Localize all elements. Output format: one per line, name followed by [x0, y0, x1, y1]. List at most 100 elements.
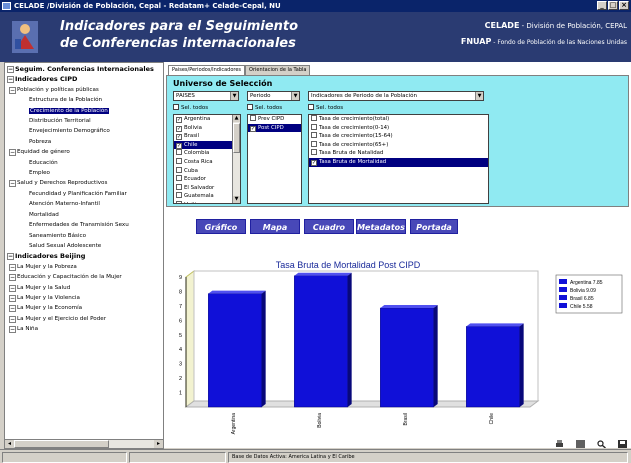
country-item[interactable]: Cuba [174, 166, 240, 176]
tree-item[interactable]: Educación [7, 158, 161, 168]
country-item[interactable]: Guatemala [174, 192, 240, 201]
table-button[interactable]: Cuadro [304, 219, 354, 234]
countries-combo[interactable]: PAISES ▼ [173, 91, 239, 101]
checkbox-icon[interactable] [176, 175, 182, 182]
tree-category[interactable]: − La Mujer y la Pobreza [7, 262, 161, 272]
zoom-icon[interactable] [597, 440, 606, 449]
collapse-icon[interactable]: − [9, 305, 16, 313]
countries-list[interactable]: ✓ Argentina ✓ Bolivia ✓ Brasil ✓ Chile Colombia C… [173, 114, 241, 204]
tree-horizontal-scrollbar[interactable]: ◂ ▸ [4, 439, 164, 449]
tree-item[interactable]: Fecundidad y Planificación Familiar [7, 189, 161, 199]
checkbox-icon[interactable] [176, 192, 182, 199]
collapse-icon[interactable]: − [9, 263, 16, 271]
period-item[interactable]: Prev CIPD [248, 115, 301, 124]
tree-item[interactable]: Envejecimiento Demográfico [7, 126, 161, 136]
tree-category[interactable]: − La Mujer y la Salud [7, 283, 161, 293]
collapse-icon[interactable]: − [9, 274, 16, 282]
tree-group[interactable]: − Indicadores Beijing [7, 251, 161, 261]
tree-item[interactable]: Estructura de la Población [7, 95, 161, 105]
tree-item[interactable]: Crecimiento de la Población [7, 106, 161, 116]
country-item[interactable]: ✓ Argentina [174, 115, 240, 124]
minimize-button[interactable]: _ [597, 1, 607, 10]
tree-category[interactable]: − La Niña [7, 324, 161, 334]
select-all-indicators-checkbox[interactable]: Sel. todos [308, 104, 343, 112]
scroll-thumb[interactable] [14, 440, 109, 448]
print-icon[interactable] [555, 440, 564, 448]
checkbox-icon[interactable] [176, 157, 182, 164]
collapse-icon[interactable]: − [9, 294, 16, 302]
tree-group[interactable]: − Indicadores CIPD [7, 74, 161, 84]
scroll-up-icon[interactable]: ▲ [233, 115, 240, 122]
indicator-item[interactable]: Tasa de crecimiento(15-64) [309, 132, 488, 141]
checkbox-icon[interactable] [311, 149, 317, 156]
collapse-icon[interactable]: − [7, 66, 14, 73]
scroll-right-icon[interactable]: ▸ [154, 440, 163, 448]
checkbox-icon[interactable]: ✓ [176, 134, 182, 141]
checkbox-icon[interactable] [311, 123, 317, 130]
tree-item[interactable]: Saneamiento Básico [7, 231, 161, 241]
collapse-icon[interactable]: − [9, 180, 16, 188]
country-item[interactable]: Costa Rica [174, 157, 240, 167]
country-item[interactable]: Colombia [174, 149, 240, 158]
map-button[interactable]: Mapa [250, 219, 300, 234]
checkbox-icon[interactable] [311, 115, 317, 121]
indicators-combo[interactable]: Indicadores de Periodo de la Población ▼ [308, 91, 484, 101]
tree-item[interactable]: Distribución Territorial [7, 116, 161, 126]
country-item[interactable]: ✓ Bolivia [174, 124, 240, 133]
checkbox-icon[interactable] [311, 140, 317, 147]
tree-item[interactable]: Empleo [7, 168, 161, 178]
collapse-icon[interactable]: − [7, 76, 14, 84]
select-all-periods-checkbox[interactable]: Sel. todos [247, 104, 282, 112]
country-item[interactable]: El Salvador [174, 183, 240, 193]
maximize-button[interactable]: □ [608, 1, 618, 10]
scroll-left-icon[interactable]: ◂ [5, 440, 14, 448]
cover-button[interactable]: Portada [410, 219, 458, 234]
countries-scrollbar[interactable]: ▲ ▼ [232, 115, 240, 203]
tree-category[interactable]: − Salud y Derechos Reproductivos [7, 178, 161, 188]
tree-category[interactable]: − La Mujer y la Violencia [7, 293, 161, 303]
indicators-list[interactable]: Tasa de crecimiento(total) Tasa de crecim… [308, 114, 489, 204]
tree-item[interactable]: Enfermedades de Transmisión Sexu [7, 220, 161, 230]
chevron-down-icon[interactable]: ▼ [475, 92, 483, 100]
collapse-icon[interactable]: − [9, 326, 16, 334]
chart-button[interactable]: Gráfico [196, 219, 246, 234]
country-item[interactable]: ✓ Chile [174, 140, 240, 150]
export-icon[interactable] [576, 440, 585, 448]
tree-category[interactable]: − La Mujer y la Economía [7, 303, 161, 313]
period-combo[interactable]: Periodo ▼ [247, 91, 300, 101]
checkbox-icon[interactable]: ✓ [176, 142, 182, 149]
chevron-down-icon[interactable]: ▼ [230, 92, 238, 100]
checkbox-icon[interactable]: ✓ [176, 125, 182, 132]
country-item[interactable]: Ecuador [174, 175, 240, 184]
indicator-item[interactable]: ✓ Tasa Bruta de Mortalidad [309, 157, 488, 167]
checkbox-icon[interactable]: ✓ [250, 125, 256, 132]
collapse-icon[interactable]: − [9, 86, 16, 94]
metadata-button[interactable]: Metadatos [356, 219, 406, 234]
tree-root[interactable]: − Seguim. Conferencias Internacionales [7, 64, 161, 74]
indicator-item[interactable]: Tasa Bruta de Natalidad [309, 149, 488, 158]
scroll-thumb[interactable] [233, 123, 240, 153]
checkbox-icon[interactable] [250, 115, 256, 121]
tree-item[interactable]: Atención Materno-Infantil [7, 199, 161, 209]
checkbox-icon[interactable]: ✓ [311, 159, 317, 166]
tree-item[interactable]: Mortalidad [7, 210, 161, 220]
tree-item[interactable]: Pobreza [7, 137, 161, 147]
save-icon[interactable] [618, 440, 627, 448]
scroll-down-icon[interactable]: ▼ [233, 196, 240, 203]
indicator-item[interactable]: Tasa de crecimiento(total) [309, 115, 488, 124]
tab-table-orientation[interactable]: Orientacion de la Tabla [245, 65, 311, 75]
select-all-countries-checkbox[interactable]: Sel. todos [173, 104, 208, 112]
checkbox-icon[interactable] [176, 200, 182, 203]
tree-category[interactable]: − Equidad de género [7, 147, 161, 157]
period-item[interactable]: ✓ Post CIPD [248, 123, 301, 133]
periods-list[interactable]: Prev CIPD ✓ Post CIPD [247, 114, 302, 204]
tree-category[interactable]: − La Mujer y el Ejercicio del Poder [7, 314, 161, 324]
checkbox-icon[interactable] [176, 149, 182, 156]
checkbox-icon[interactable] [176, 183, 182, 190]
tree-category[interactable]: − Educación y Capacitación de la Mujer [7, 272, 161, 282]
collapse-icon[interactable]: − [7, 253, 14, 261]
chevron-down-icon[interactable]: ▼ [291, 92, 299, 100]
tree-item[interactable]: Salud Sexual Adolescente [7, 241, 161, 251]
tree-category[interactable]: − Población y políticas públicas [7, 85, 161, 95]
collapse-icon[interactable]: − [9, 315, 16, 323]
